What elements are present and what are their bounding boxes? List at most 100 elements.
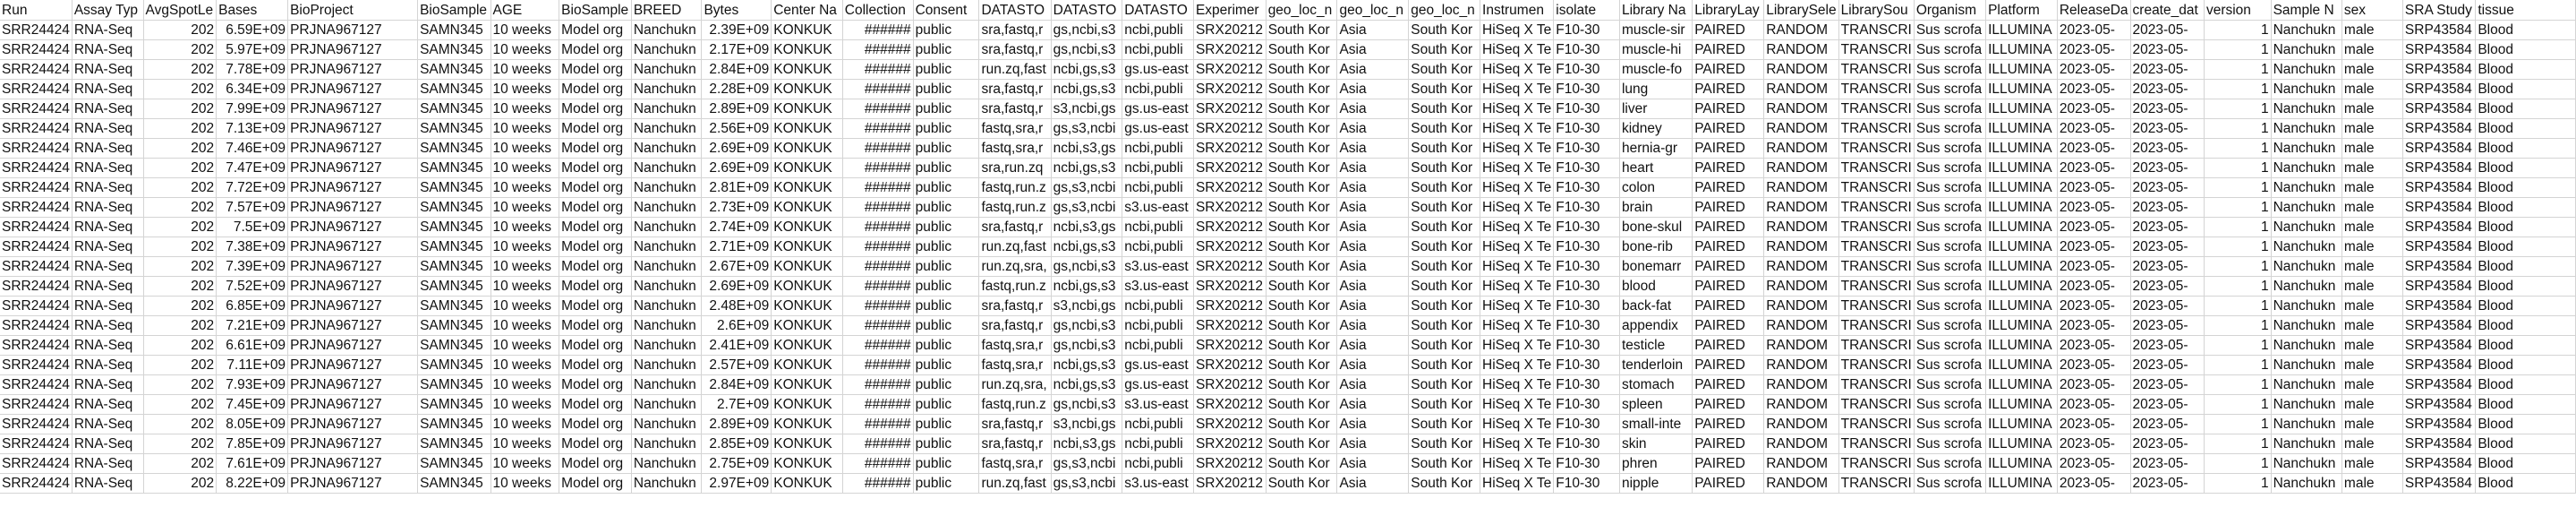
- table-cell[interactable]: RANDOM: [1763, 197, 1839, 218]
- table-cell[interactable]: Nanchukn: [631, 414, 703, 434]
- table-cell[interactable]: F10-30: [1553, 335, 1620, 356]
- table-cell[interactable]: gs,ncbi,s3: [1051, 39, 1123, 60]
- table-cell[interactable]: fastq,run.z: [978, 276, 1052, 297]
- table-cell[interactable]: bone-skul: [1619, 217, 1693, 237]
- table-cell[interactable]: Model org: [559, 256, 632, 277]
- table-cell[interactable]: s3.us-east: [1122, 394, 1194, 415]
- table-cell[interactable]: SAMN345: [417, 394, 491, 415]
- table-cell[interactable]: South Kor: [1266, 138, 1338, 159]
- table-cell[interactable]: Asia: [1336, 217, 1410, 237]
- table-cell[interactable]: 2.81E+09: [701, 177, 772, 198]
- table-cell[interactable]: PAIRED: [1692, 355, 1765, 375]
- table-cell[interactable]: SRP43584: [2402, 256, 2477, 277]
- table-cell[interactable]: ######: [842, 374, 914, 395]
- table-cell[interactable]: HiSeq X Te: [1480, 138, 1555, 159]
- table-cell[interactable]: 1: [2204, 296, 2272, 316]
- table-cell[interactable]: SAMN345: [417, 355, 491, 375]
- table-cell[interactable]: RNA-Seq: [72, 118, 144, 139]
- table-cell[interactable]: Nanchukn: [631, 59, 703, 80]
- table-cell[interactable]: s3.us-east: [1122, 473, 1194, 494]
- table-cell[interactable]: PRJNA967127: [287, 453, 419, 474]
- table-cell[interactable]: ncbi,gs,s3: [1051, 276, 1123, 297]
- table-cell[interactable]: 2023-05-: [2130, 236, 2205, 257]
- table-cell[interactable]: RANDOM: [1763, 236, 1839, 257]
- table-cell[interactable]: Nanchukn: [631, 296, 703, 316]
- table-cell[interactable]: ######: [842, 453, 914, 474]
- table-cell[interactable]: Nanchukn: [2271, 355, 2342, 375]
- table-cell[interactable]: 10 weeks: [490, 374, 560, 395]
- table-cell[interactable]: male: [2341, 276, 2403, 297]
- table-cell[interactable]: F10-30: [1553, 177, 1620, 198]
- table-cell[interactable]: RANDOM: [1763, 99, 1839, 119]
- table-cell[interactable]: SRX20212: [1193, 414, 1267, 434]
- table-cell[interactable]: gs.us-east: [1122, 374, 1194, 395]
- table-cell[interactable]: Blood: [2475, 374, 2576, 395]
- table-cell[interactable]: SRP43584: [2402, 217, 2477, 237]
- table-cell[interactable]: Model org: [559, 99, 632, 119]
- table-cell[interactable]: Nanchukn: [631, 473, 703, 494]
- table-cell[interactable]: 10 weeks: [490, 335, 560, 356]
- table-cell[interactable]: KONKUK: [771, 355, 843, 375]
- table-cell[interactable]: SRP43584: [2402, 276, 2477, 297]
- table-cell[interactable]: ######: [842, 236, 914, 257]
- table-cell[interactable]: male: [2341, 20, 2403, 40]
- table-cell[interactable]: South Kor: [1408, 453, 1481, 474]
- table-cell[interactable]: RNA-Seq: [72, 256, 144, 277]
- table-cell[interactable]: Nanchukn: [2271, 217, 2342, 237]
- table-cell[interactable]: Nanchukn: [2271, 374, 2342, 395]
- table-cell[interactable]: SRX20212: [1193, 79, 1267, 99]
- table-cell[interactable]: TRANSCRI: [1838, 256, 1915, 277]
- table-cell[interactable]: 8.05E+09: [216, 414, 289, 434]
- table-cell[interactable]: ######: [842, 138, 914, 159]
- table-cell[interactable]: heart: [1619, 158, 1693, 178]
- table-cell[interactable]: Model org: [559, 276, 632, 297]
- column-header-cell[interactable]: LibraryLay: [1692, 0, 1765, 21]
- table-cell[interactable]: Asia: [1336, 394, 1410, 415]
- table-cell[interactable]: 10 weeks: [490, 20, 560, 40]
- table-cell[interactable]: public: [913, 99, 980, 119]
- table-cell[interactable]: gs.us-east: [1122, 118, 1194, 139]
- table-cell[interactable]: South Kor: [1408, 355, 1481, 375]
- table-cell[interactable]: Nanchukn: [631, 99, 703, 119]
- table-cell[interactable]: tenderloin: [1619, 355, 1693, 375]
- table-cell[interactable]: TRANSCRI: [1838, 296, 1915, 316]
- table-cell[interactable]: PAIRED: [1692, 79, 1765, 99]
- table-cell[interactable]: muscle-hi: [1619, 39, 1693, 60]
- table-cell[interactable]: ncbi,gs,s3: [1051, 355, 1123, 375]
- table-cell[interactable]: Nanchukn: [2271, 434, 2342, 454]
- table-cell[interactable]: PRJNA967127: [287, 276, 419, 297]
- table-cell[interactable]: ncbi,publi: [1122, 434, 1194, 454]
- table-cell[interactable]: 10 weeks: [490, 394, 560, 415]
- table-cell[interactable]: RANDOM: [1763, 276, 1839, 297]
- table-cell[interactable]: RANDOM: [1763, 177, 1839, 198]
- table-cell[interactable]: Asia: [1336, 315, 1410, 336]
- table-cell[interactable]: RNA-Seq: [72, 20, 144, 40]
- table-cell[interactable]: HiSeq X Te: [1480, 414, 1555, 434]
- table-cell[interactable]: PRJNA967127: [287, 177, 419, 198]
- table-cell[interactable]: SRP43584: [2402, 414, 2477, 434]
- table-cell[interactable]: HiSeq X Te: [1480, 79, 1555, 99]
- table-cell[interactable]: KONKUK: [771, 296, 843, 316]
- table-cell[interactable]: SAMN345: [417, 79, 491, 99]
- table-cell[interactable]: South Kor: [1408, 59, 1481, 80]
- table-cell[interactable]: male: [2341, 59, 2403, 80]
- table-cell[interactable]: muscle-fo: [1619, 59, 1693, 80]
- table-cell[interactable]: PRJNA967127: [287, 138, 419, 159]
- table-cell[interactable]: PRJNA967127: [287, 434, 419, 454]
- table-cell[interactable]: RANDOM: [1763, 434, 1839, 454]
- table-cell[interactable]: Nanchukn: [2271, 99, 2342, 119]
- table-cell[interactable]: Nanchukn: [631, 335, 703, 356]
- table-cell[interactable]: 202: [143, 236, 218, 257]
- table-cell[interactable]: PAIRED: [1692, 256, 1765, 277]
- table-cell[interactable]: ncbi,publi: [1122, 20, 1194, 40]
- table-cell[interactable]: small-inte: [1619, 414, 1693, 434]
- table-cell[interactable]: ILLUMINA: [1985, 217, 2058, 237]
- table-cell[interactable]: RNA-Seq: [72, 414, 144, 434]
- table-cell[interactable]: ncbi,gs,s3: [1051, 79, 1123, 99]
- table-cell[interactable]: TRANSCRI: [1838, 453, 1915, 474]
- table-cell[interactable]: colon: [1619, 177, 1693, 198]
- table-cell[interactable]: male: [2341, 197, 2403, 218]
- table-cell[interactable]: South Kor: [1408, 394, 1481, 415]
- table-cell[interactable]: Nanchukn: [631, 118, 703, 139]
- table-cell[interactable]: sra,fastq,r: [978, 296, 1052, 316]
